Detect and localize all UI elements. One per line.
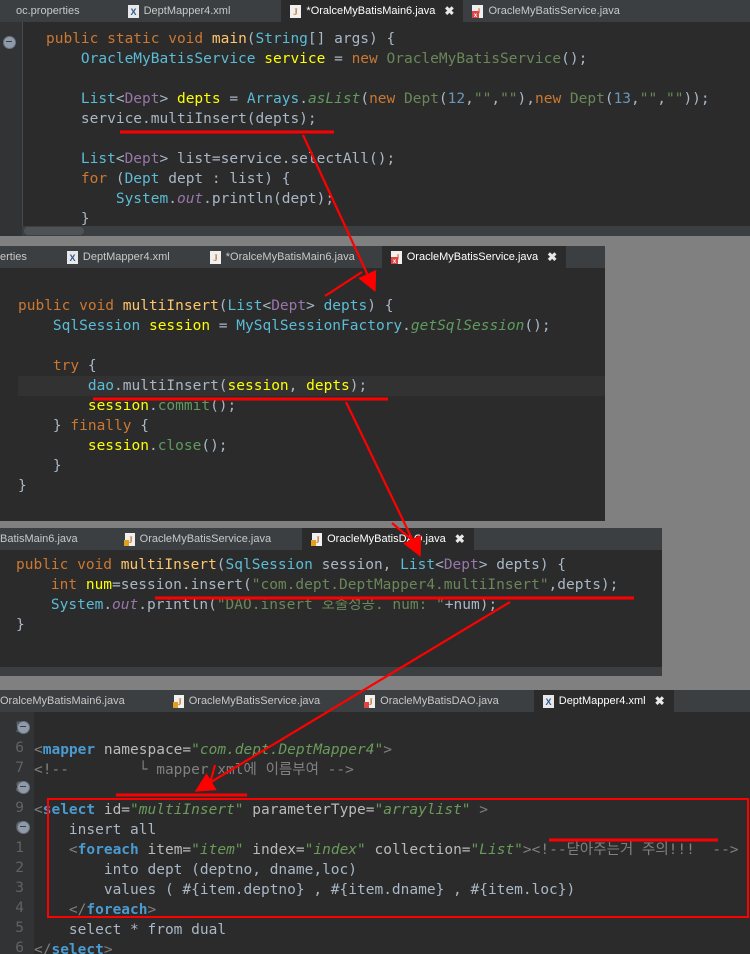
tab-label: OracleMyBatisService.java [139, 533, 272, 545]
java-file-icon: J [290, 4, 302, 18]
close-icon[interactable]: ✖ [444, 4, 454, 18]
tab-label: OracleMyBatisDAO.java [327, 533, 446, 545]
java-lock-file-icon: J [172, 694, 184, 708]
tab-label: OracleMyBatisDAO.java [380, 695, 499, 707]
tab-label: OracleMyBatisService.java [188, 695, 321, 707]
code-dao[interactable]: public void multiInsert(SqlSession sessi… [0, 550, 662, 676]
svg-text:X: X [130, 7, 136, 17]
java-lock-file-icon: J [311, 532, 323, 546]
svg-text:X: X [545, 697, 551, 707]
tab-properties[interactable]: erties [0, 246, 36, 268]
tab-batismain6-java[interactable]: BatisMain6.java [0, 528, 87, 550]
code-main6[interactable]: public static void main(String[] args) {… [0, 22, 750, 236]
editor-panel-mapper: OralceMyBatisMain6.java J OracleMyBatisS… [0, 690, 750, 954]
tab-label: *OralceMyBatisMain6.java [306, 5, 436, 17]
svg-text:J: J [294, 7, 299, 17]
tabbar-mapper[interactable]: OralceMyBatisMain6.java J OracleMyBatisS… [0, 690, 750, 712]
code-service[interactable]: public void multiInsert(List<Dept> depts… [0, 268, 605, 521]
tab-oraclemybatisservice-java[interactable]: Jx OracleMyBatisService.java ✖ [381, 246, 567, 268]
xml-file-icon: X [127, 4, 139, 18]
xml-file-icon: X [542, 694, 554, 708]
hscrollbar-thumb-main6[interactable] [24, 227, 84, 235]
tabbar-service[interactable]: erties X DeptMapper4.xml J *OralceMyBati… [0, 246, 605, 268]
java-lock-file-icon: J [123, 532, 135, 546]
tab-oraclemybatisservice-java[interactable]: Jx OracleMyBatisService.java [463, 0, 628, 22]
tabbar-dao[interactable]: BatisMain6.java J OracleMyBatisService.j… [0, 528, 662, 550]
tab-label: erties [0, 251, 27, 263]
tab-oralcemybatismain6-java[interactable]: J *OralceMyBatisMain6.java ✖ [281, 0, 464, 22]
java-error-file-icon: Jx [390, 250, 402, 264]
hscrollbar-track-main6[interactable] [22, 226, 750, 236]
editor-panel-service: erties X DeptMapper4.xml J *OralceMyBati… [0, 246, 605, 521]
tab-oralcemybatismain6-java[interactable]: J *OralceMyBatisMain6.java [201, 246, 364, 268]
tab-oralcemybatismain6-java[interactable]: OralceMyBatisMain6.java [0, 690, 134, 712]
tab-oraclemybatisservice-java[interactable]: J OracleMyBatisService.java [115, 528, 280, 550]
xml-file-icon: X [66, 250, 78, 264]
tab-label: OralceMyBatisMain6.java [0, 695, 125, 707]
tab-label: DeptMapper4.xml [558, 695, 646, 707]
tab-label: OracleMyBatisService.java [406, 251, 539, 263]
properties-file-icon [0, 5, 11, 18]
editor-panel-main6: oc.properties X DeptMapper4.xml J *Oralc… [0, 0, 750, 236]
hscrollbar-track-dao[interactable] [0, 667, 662, 676]
tab-deptmapper4-xml[interactable]: X DeptMapper4.xml [119, 0, 240, 22]
java-error-file-icon: Jx [472, 4, 484, 18]
tab-label: DeptMapper4.xml [82, 251, 170, 263]
tab-label: *OralceMyBatisMain6.java [225, 251, 355, 263]
tab-oraclemybatisdao-java[interactable]: J OracleMyBatisDAO.java ✖ [302, 528, 474, 550]
tab-deptmapper4-xml[interactable]: X DeptMapper4.xml ✖ [533, 690, 674, 712]
tab-deptmapper4-xml[interactable]: X DeptMapper4.xml [58, 246, 179, 268]
close-icon[interactable]: ✖ [655, 694, 665, 708]
tab-label: BatisMain6.java [0, 533, 78, 545]
tab-oraclemybatisdao-java[interactable]: J OracleMyBatisDAO.java [355, 690, 508, 712]
tab-oraclemybatisservice-java[interactable]: J OracleMyBatisService.java [164, 690, 329, 712]
java-file-icon: J [209, 250, 221, 264]
java-error-file-icon: J [364, 694, 376, 708]
tab-label: OracleMyBatisService.java [488, 5, 620, 17]
tab-properties[interactable]: oc.properties [0, 0, 89, 22]
svg-text:X: X [69, 253, 75, 263]
code-mapper[interactable]: <mapper namespace="com.dept.DeptMapper4"… [0, 712, 750, 954]
close-icon[interactable]: ✖ [455, 532, 465, 546]
ide-screenshot: oc.properties X DeptMapper4.xml J *Oralc… [0, 0, 750, 954]
svg-text:J: J [213, 253, 218, 263]
tab-label: DeptMapper4.xml [143, 5, 231, 17]
editor-panel-dao: BatisMain6.java J OracleMyBatisService.j… [0, 528, 662, 676]
close-icon[interactable]: ✖ [547, 250, 557, 264]
tabbar-main6[interactable]: oc.properties X DeptMapper4.xml J *Oralc… [0, 0, 750, 22]
tab-label: oc.properties [16, 5, 80, 17]
